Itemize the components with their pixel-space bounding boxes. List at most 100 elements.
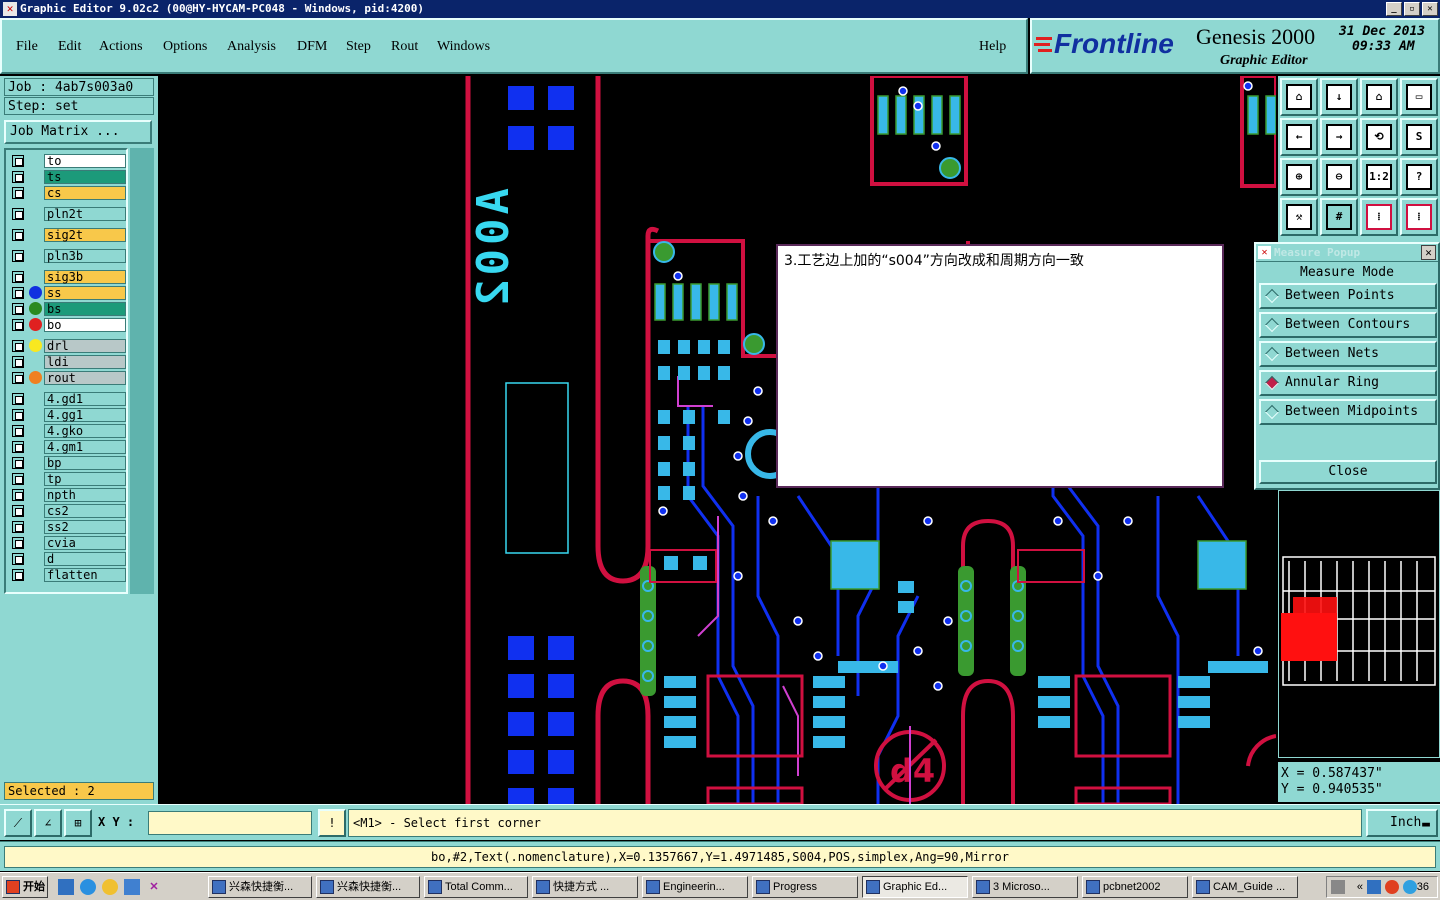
layer-name[interactable]: ts xyxy=(44,170,126,184)
layer-row-sig2t[interactable]: sig2t xyxy=(10,228,126,242)
layer-row-ldi[interactable]: ldi xyxy=(10,355,126,369)
layer-row-cvia[interactable]: cvia xyxy=(10,536,126,550)
layer-name[interactable]: ss2 xyxy=(44,520,126,534)
layer-row-cs[interactable]: cs xyxy=(10,186,126,200)
measure-option-between-nets[interactable]: Between Nets xyxy=(1259,341,1437,367)
layer-row-4-gg1[interactable]: 4.gg1 xyxy=(10,408,126,422)
layer-checkbox[interactable] xyxy=(12,250,24,262)
taskbar-item[interactable]: 3 Microso... xyxy=(972,876,1078,898)
close-window-button[interactable]: ✕ xyxy=(1422,2,1438,16)
taskbar-item[interactable]: 快捷方式 ... xyxy=(532,876,638,898)
outlook-icon[interactable] xyxy=(124,879,140,895)
layer-checkbox[interactable] xyxy=(12,271,24,283)
layer-checkbox[interactable] xyxy=(12,319,24,331)
scale-button[interactable]: 1:2 xyxy=(1360,158,1398,196)
measure-option-between-midpoints[interactable]: Between Midpoints xyxy=(1259,399,1437,425)
layer-row-bo[interactable]: bo xyxy=(10,318,126,332)
layer-name[interactable]: pln2t xyxy=(44,207,126,221)
menu-file[interactable]: File xyxy=(16,39,38,55)
tray-expand-icon[interactable]: « xyxy=(1349,880,1363,894)
layer-name[interactable]: to xyxy=(44,154,126,168)
pan-right-button[interactable]: → xyxy=(1320,118,1358,156)
layer-checkbox[interactable] xyxy=(12,441,24,453)
network-icon[interactable] xyxy=(1367,880,1381,894)
taskbar-item[interactable]: 兴森快捷衡... xyxy=(208,876,312,898)
taskbar-item[interactable]: Graphic Ed... xyxy=(862,876,968,898)
start-button[interactable]: 开始 xyxy=(2,876,48,898)
layer-checkbox[interactable] xyxy=(12,356,24,368)
layer-name[interactable]: cs xyxy=(44,186,126,200)
layer-row-tp[interactable]: tp xyxy=(10,472,126,486)
layer-checkbox[interactable] xyxy=(12,457,24,469)
overview-map[interactable] xyxy=(1278,490,1440,758)
minimize-button[interactable]: _ xyxy=(1386,2,1402,16)
layer-row-rout[interactable]: rout xyxy=(10,371,126,385)
layer-name[interactable]: cs2 xyxy=(44,504,126,518)
x-app-icon[interactable]: ✕ xyxy=(146,879,162,895)
layer-checkbox[interactable] xyxy=(12,393,24,405)
layer-name[interactable]: pln3b xyxy=(44,249,126,263)
layer-row-pln3b[interactable]: pln3b xyxy=(10,249,126,263)
layer-row-pln2t[interactable]: pln2t xyxy=(10,207,126,221)
layer-name[interactable]: tp xyxy=(44,472,126,486)
measure-angle-button[interactable]: ∠ xyxy=(34,809,62,837)
layer-row-npth[interactable]: npth xyxy=(10,488,126,502)
snap-button[interactable]: S xyxy=(1400,118,1438,156)
layer-checkbox[interactable] xyxy=(12,569,24,581)
net-select-button[interactable]: ⁞ xyxy=(1400,198,1438,236)
layer-row-4-gm1[interactable]: 4.gm1 xyxy=(10,440,126,454)
layer-list-scrollbar[interactable] xyxy=(130,148,154,594)
zoom-home-button[interactable]: ⌂ xyxy=(1280,78,1318,116)
layer-row-ss2[interactable]: ss2 xyxy=(10,520,126,534)
antivirus-icon[interactable] xyxy=(1385,880,1399,894)
zoom-in-button[interactable]: ⊕ xyxy=(1280,158,1318,196)
layer-name[interactable]: ss xyxy=(44,286,126,300)
layer-row-bp[interactable]: bp xyxy=(10,456,126,470)
layer-checkbox[interactable] xyxy=(12,521,24,533)
menu-edit[interactable]: Edit xyxy=(58,39,81,55)
window-button[interactable]: ▭ xyxy=(1400,78,1438,116)
menu-help[interactable]: Help xyxy=(979,39,1006,55)
layer-name[interactable]: drl xyxy=(44,339,126,353)
units-button[interactable]: Inch ▬ xyxy=(1366,809,1438,837)
layer-row-flatten[interactable]: flatten xyxy=(10,568,126,582)
layer-name[interactable]: npth xyxy=(44,488,126,502)
menu-options[interactable]: Options xyxy=(163,39,207,55)
layer-row-sig3b[interactable]: sig3b xyxy=(10,270,126,284)
taskbar-item[interactable]: Engineerin... xyxy=(642,876,748,898)
menu-rout[interactable]: Rout xyxy=(391,39,418,55)
menu-analysis[interactable]: Analysis xyxy=(227,39,276,55)
layer-name[interactable]: sig3b xyxy=(44,270,126,284)
measure-option-between-points[interactable]: Between Points xyxy=(1259,283,1437,309)
layer-checkbox[interactable] xyxy=(12,489,24,501)
measure-option-annular-ring[interactable]: Annular Ring xyxy=(1259,370,1437,396)
measure-tool-button[interactable]: ⚒ xyxy=(1280,198,1318,236)
help-query-button[interactable]: ? xyxy=(1400,158,1438,196)
layer-checkbox[interactable] xyxy=(12,553,24,565)
layer-name[interactable]: cvia xyxy=(44,536,126,550)
taskbar-item[interactable]: pcbnet2002 xyxy=(1082,876,1188,898)
keyboard-icon[interactable] xyxy=(1331,880,1345,894)
desktop-icon[interactable] xyxy=(58,879,74,895)
layer-checkbox[interactable] xyxy=(12,155,24,167)
layer-row-ts[interactable]: ts xyxy=(10,170,126,184)
menu-actions[interactable]: Actions xyxy=(99,39,143,55)
taskbar-item[interactable]: CAM_Guide ... xyxy=(1192,876,1298,898)
net-highlight-button[interactable]: ⁞ xyxy=(1360,198,1398,236)
pan-left-button[interactable]: ← xyxy=(1280,118,1318,156)
layer-row-cs2[interactable]: cs2 xyxy=(10,504,126,518)
layer-name[interactable]: bp xyxy=(44,456,126,470)
update-icon[interactable] xyxy=(1403,880,1417,894)
layer-checkbox[interactable] xyxy=(12,409,24,421)
layer-checkbox[interactable] xyxy=(12,425,24,437)
layer-checkbox[interactable] xyxy=(12,208,24,220)
menu-windows[interactable]: Windows xyxy=(437,39,490,55)
menu-step[interactable]: Step xyxy=(346,39,371,55)
layer-name[interactable]: 4.gko xyxy=(44,424,126,438)
ie-icon[interactable] xyxy=(80,879,96,895)
grid-button[interactable]: # xyxy=(1320,198,1358,236)
layer-name[interactable]: ldi xyxy=(44,355,126,369)
measure-line-button[interactable]: ⟋ xyxy=(4,809,32,837)
snap-grid-button[interactable]: ⊞ xyxy=(64,809,92,837)
layer-checkbox[interactable] xyxy=(12,340,24,352)
